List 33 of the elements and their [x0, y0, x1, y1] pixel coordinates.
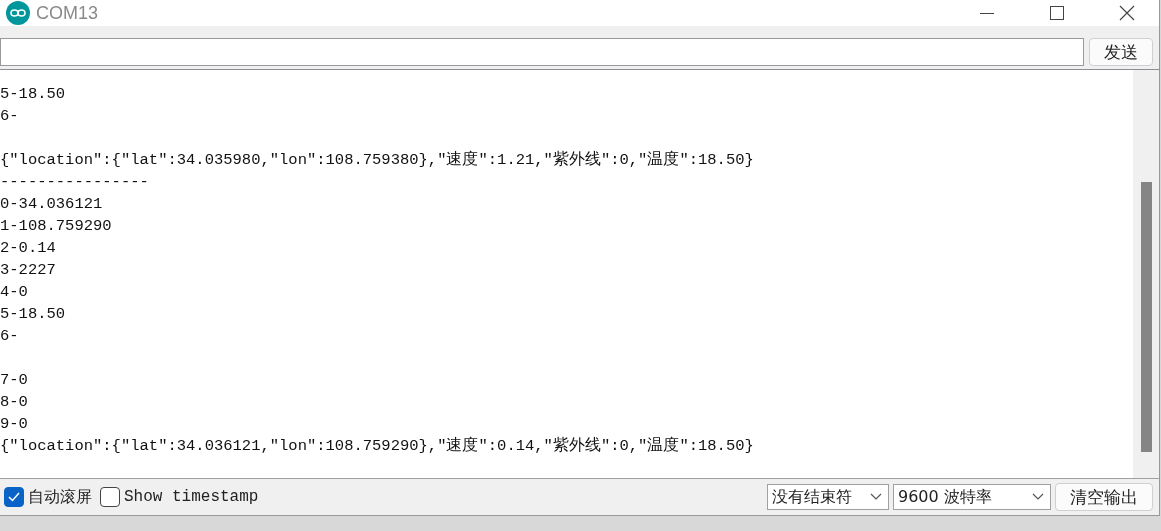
checkbox-label: 自动滚屏 — [28, 486, 92, 508]
scrollbar[interactable] — [1133, 70, 1159, 478]
output-line: 6- — [0, 327, 19, 345]
output-line: {"location":{"lat":34.035980,"lon":108.759380},"速度":1.21,"紫外线":0,"温度":18.50} — [0, 151, 754, 169]
close-icon — [1119, 5, 1135, 21]
output-line: 8-0 — [0, 393, 28, 411]
send-input-field[interactable] — [0, 38, 1084, 66]
output-line: 0-34.036121 — [0, 195, 103, 213]
chevron-icon — [870, 493, 882, 501]
output-line: 6- — [0, 107, 19, 125]
output-line: 3-2227 — [0, 261, 56, 279]
chevron-icon — [1032, 493, 1044, 501]
output-line: 4-0 — [0, 283, 28, 301]
send-button[interactable]: 发送 — [1089, 38, 1153, 66]
output-line: 7-0 — [0, 371, 28, 389]
output-line: 5-18.50 — [0, 305, 66, 323]
line-ending-dropdown[interactable]: 没有结束符 — [767, 484, 889, 510]
output-line: 9-0 — [0, 415, 28, 433]
output-line: 1-108.759290 — [0, 217, 112, 235]
checkbox[interactable] — [100, 487, 120, 507]
maximize-icon — [1050, 6, 1064, 20]
scrollbar-thumb[interactable] — [1141, 182, 1152, 452]
output-line: 2-0.14 — [0, 239, 56, 257]
baud-rate-dropdown[interactable]: 9600 波特率 — [893, 484, 1051, 510]
checkmark-icon — [8, 492, 20, 502]
window-title: COM13 — [36, 2, 99, 24]
clear-output-button[interactable]: 清空输出 — [1055, 483, 1153, 511]
output-line: ---------------- — [0, 173, 149, 191]
minimize-icon — [980, 12, 994, 14]
output-line: {"location":{"lat":34.036121,"lon":108.759290},"速度":0.14,"紫外线":0,"温度":18.50} — [0, 437, 754, 455]
output-line: 5-18.50 — [0, 85, 66, 103]
checkbox[interactable] — [4, 487, 24, 507]
checkbox-label: Show timestamp — [124, 488, 259, 506]
